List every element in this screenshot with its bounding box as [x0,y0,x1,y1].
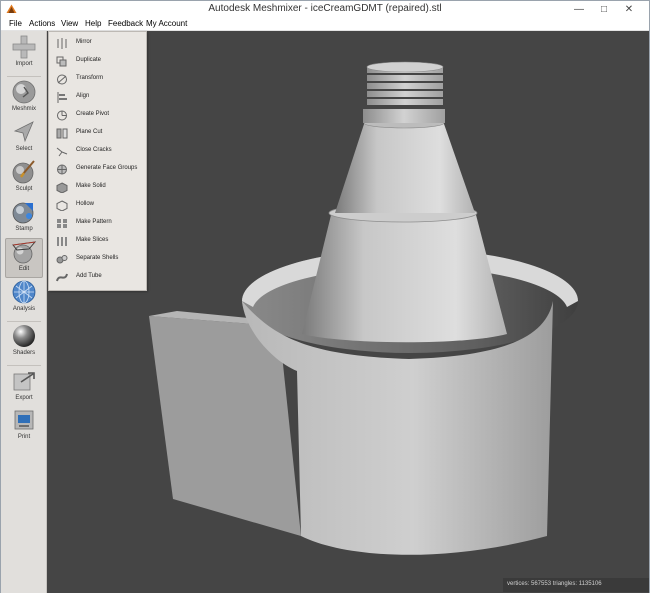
slices-icon [57,237,67,246]
menu-view[interactable]: View [61,19,78,28]
menu-item-add-tube[interactable]: Add Tube [49,268,146,286]
minimize-button[interactable]: — [567,1,591,18]
window-title: Autodesk Meshmixer - iceCreamGDMT (repai… [208,3,442,14]
toolbar-divider [7,365,41,366]
title-bar: Autodesk Meshmixer - iceCreamGDMT (repai… [1,1,649,18]
mirror-icon [57,38,67,49]
menu-item-align[interactable]: Align [49,88,146,106]
menu-item-label: Generate Face Groups [76,165,138,171]
close-cracks-icon [56,147,68,157]
plane-cut-icon [56,128,68,139]
mesh-stats: vertices: 567553 triangles: 1135106 [507,581,602,587]
tool-label: Select [15,146,33,152]
menu-item-label: Duplicate [76,57,102,63]
menu-item-label: Transform [76,75,104,81]
menu-item-make-pattern[interactable]: Make Pattern [49,214,146,232]
tool-meshmix[interactable]: Meshmix [5,79,43,119]
menu-item-separate-shells[interactable]: Separate Shells [49,250,146,268]
shader-sphere-icon [13,325,35,347]
pattern-icon [57,219,67,228]
menu-item-mirror[interactable]: Mirror [49,34,146,52]
menu-item-hollow[interactable]: Hollow [49,196,146,214]
menu-file[interactable]: File [9,19,22,28]
menu-item-duplicate[interactable]: Duplicate [49,52,146,70]
tool-analysis[interactable]: Analysis [5,279,43,319]
face-groups-icon [57,164,67,175]
menu-item-label: Separate Shells [76,255,119,261]
tool-label: Analysis [12,306,36,312]
tool-shaders[interactable]: Shaders [5,323,43,363]
tool-print[interactable]: Print [5,407,43,447]
menu-item-label: Hollow [76,201,95,207]
toolbar-divider [7,321,41,322]
edit-menu-panel: Mirror Duplicate Transform Align Create … [48,31,147,291]
tool-label: Print [17,434,31,440]
tool-stamp[interactable]: Stamp [5,199,43,239]
menu-item-label: Add Tube [76,273,102,279]
status-bar: vertices: 567553 triangles: 1135106 [503,578,649,592]
maximize-button[interactable]: □ [592,1,616,18]
menu-item-label: Close Cracks [76,147,112,153]
menu-item-make-slices[interactable]: Make Slices [49,232,146,250]
toolbar-divider [7,76,41,77]
app-window: Autodesk Meshmixer - iceCreamGDMT (repai… [0,0,650,593]
tool-label: Sculpt [15,186,33,192]
menu-item-plane-cut[interactable]: Plane Cut [49,124,146,142]
meshmix-icon [12,80,36,104]
menu-item-generate-face-groups[interactable]: Generate Face Groups [49,160,146,178]
tool-label: Export [15,395,33,401]
menu-actions[interactable]: Actions [29,19,55,28]
shells-icon [56,255,68,264]
edit-icon [12,241,37,264]
menu-feedback[interactable]: Feedback [108,19,143,28]
stamp-icon [12,202,34,224]
menu-item-label: Make Slices [76,237,109,243]
plus-icon [12,35,36,59]
align-icon [57,92,67,103]
menu-bar: File Actions View Help Feedback My Accou… [1,18,649,31]
menu-help[interactable]: Help [85,19,101,28]
solid-icon [56,182,68,193]
menu-item-label: Make Pattern [76,219,112,225]
duplicate-icon [56,56,67,67]
menu-item-close-cracks[interactable]: Close Cracks [49,142,146,160]
menu-item-label: Align [76,93,90,99]
analysis-icon [12,280,36,304]
tool-label: Import [15,61,33,67]
brush-icon [12,160,35,184]
cursor-icon [13,121,34,143]
menu-item-label: Make Solid [76,183,106,189]
menu-item-transform[interactable]: Transform [49,70,146,88]
transform-icon [57,74,67,85]
printer-icon [14,410,34,430]
close-button[interactable]: ✕ [617,1,641,18]
menu-item-create-pivot[interactable]: Create Pivot [49,106,146,124]
menu-my-account[interactable]: My Account [146,19,187,28]
export-icon [13,372,35,391]
tool-sculpt[interactable]: Sculpt [5,159,43,199]
tool-label: Meshmix [11,106,36,112]
tool-label: Edit [18,266,30,272]
tool-export[interactable]: Export [5,368,43,408]
tool-import[interactable]: Import [5,34,43,74]
menu-item-make-solid[interactable]: Make Solid [49,178,146,196]
menu-item-label: Plane Cut [76,129,103,135]
thread-rings [366,61,444,105]
tube-icon [56,273,68,282]
menu-item-label: Mirror [76,39,92,45]
tool-label: Shaders [12,350,36,356]
pivot-icon [57,110,67,121]
hollow-icon [56,200,68,211]
tool-edit[interactable]: Edit [5,238,43,278]
menu-item-label: Create Pivot [76,111,110,117]
left-toolbar: Import Meshmix Select Sculpt Stamp Edit … [1,31,47,593]
tool-label: Stamp [15,226,33,232]
tool-select[interactable]: Select [5,119,43,159]
